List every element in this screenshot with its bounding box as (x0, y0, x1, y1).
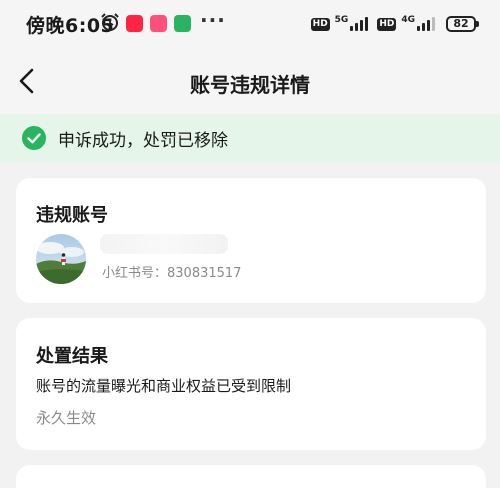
status-bar: 傍晚6:05 ··· HD 5G HD 4G 82 (0, 0, 500, 48)
account-id: 小红书号：830831517 (102, 266, 242, 281)
penalty-description: 账号的流量曝光和商业权益已受到限制 (36, 377, 292, 395)
more-notifications-icon: ··· (200, 8, 226, 32)
navigation-bar: 账号违规详情 (0, 48, 500, 114)
app-notification-icon (150, 15, 167, 32)
signal-strength-icon (417, 17, 435, 31)
hd-badge: HD (310, 17, 330, 31)
card-title: 违规账号 (36, 205, 108, 226)
avatar[interactable] (36, 234, 86, 284)
appeal-success-banner: 申诉成功，处罚已移除 (0, 114, 500, 162)
battery-icon: 82 (446, 16, 479, 32)
system-indicators: HD 5G HD 4G 82 (310, 13, 479, 35)
penalty-duration: 永久生效 (36, 409, 97, 427)
penalty-result-card: 处置结果 账号的流量曝光和商业权益已受到限制 永久生效 (16, 318, 486, 450)
violating-account-card: 违规账号 小红书号：830831517 (16, 178, 486, 303)
next-card (16, 465, 486, 488)
signal-strength-icon (350, 17, 369, 31)
app-notification-icon (126, 15, 143, 32)
check-circle-icon (22, 126, 46, 150)
card-title: 处置结果 (36, 346, 108, 367)
phone-app-icon (174, 15, 191, 32)
hd-badge: HD (377, 17, 397, 31)
network-type-label: 5G (334, 14, 349, 25)
network-type-label: 4G (401, 14, 415, 25)
alarm-clock-icon (101, 13, 119, 31)
account-name-redacted (100, 234, 228, 254)
page-title: 账号违规详情 (190, 73, 310, 97)
banner-text: 申诉成功，处罚已移除 (58, 130, 228, 151)
